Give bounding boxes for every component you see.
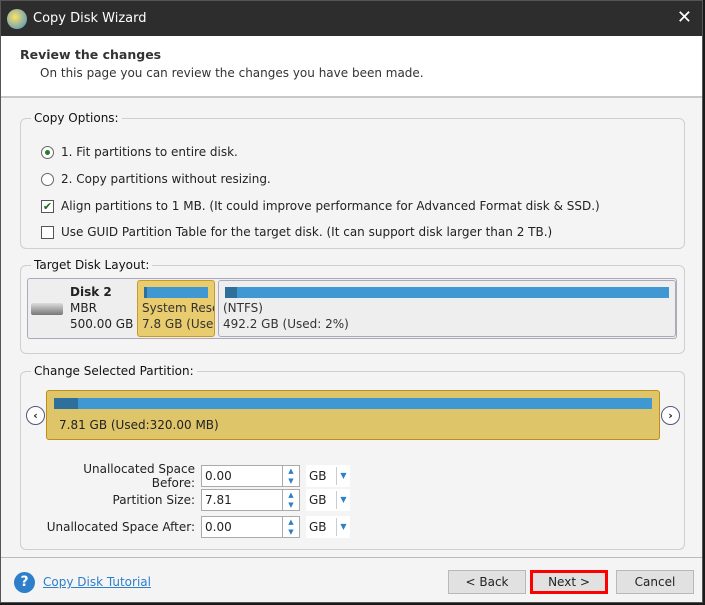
unit-select[interactable]: GB ▼ — [306, 516, 350, 538]
copy-options-legend: Copy Options: — [34, 111, 119, 125]
change-selected-partition-group: Change Selected Partition: ‹ 7.81 GB (Us… — [20, 364, 685, 550]
unallocated-before-input[interactable]: 0.00 — [201, 465, 283, 487]
partition-info: 7.81 GB (Used:320.00 MB) — [59, 418, 219, 432]
unallocated-before-field: Unallocated Space Before: 0.00 ▲ ▼ GB ▼ — [43, 462, 350, 490]
radio-button[interactable] — [41, 145, 54, 159]
chevron-down-icon[interactable]: ▼ — [336, 467, 350, 485]
option-label: 1. Fit partitions to entire disk. — [61, 145, 238, 159]
help-icon[interactable]: ? — [14, 572, 35, 593]
unallocated-after-input[interactable]: 0.00 — [201, 516, 283, 538]
radio-button[interactable] — [41, 172, 54, 186]
wizard-app-icon — [7, 8, 27, 29]
window-title: Copy Disk Wizard — [33, 11, 147, 26]
change-legend: Change Selected Partition: — [34, 364, 194, 378]
partition-name: System Rese — [142, 301, 215, 315]
layout-legend: Target Disk Layout: — [34, 258, 150, 272]
checkbox[interactable]: ✔ — [41, 199, 54, 213]
option-label: Align partitions to 1 MB. (It could impr… — [61, 199, 600, 213]
option-label: Use GUID Partition Table for the target … — [61, 225, 553, 239]
spinner[interactable]: ▲ ▼ — [283, 489, 300, 511]
partition-ntfs[interactable]: (NTFS) 492.2 GB (Used: 2%) — [218, 280, 676, 337]
partition-name: (NTFS) — [223, 301, 263, 315]
copy-options-group: Copy Options: 1. Fit partitions to entir… — [20, 111, 685, 249]
field-label: Unallocated Space After: — [46, 520, 195, 534]
spinner[interactable]: ▲ ▼ — [283, 465, 300, 487]
unit-select[interactable]: GB ▼ — [306, 465, 350, 487]
option-align-1mb[interactable]: ✔ Align partitions to 1 MB. (It could imp… — [41, 199, 600, 213]
next-partition-button[interactable]: › — [661, 406, 680, 425]
close-icon[interactable]: ✕ — [677, 7, 692, 28]
partition-info: 492.2 GB (Used: 2%) — [223, 317, 349, 331]
partition-info: 7.8 GB (Used — [142, 317, 215, 331]
back-button[interactable]: < Back — [448, 570, 526, 594]
page-header: Review the changes On this page you can … — [1, 36, 702, 98]
unit-label: GB — [309, 520, 327, 534]
chevron-down-icon[interactable]: ▼ — [336, 518, 350, 536]
field-label: Unallocated Space Before: — [83, 462, 195, 490]
option-copy-without-resizing[interactable]: 2. Copy partitions without resizing. — [41, 172, 271, 186]
previous-partition-button[interactable]: ‹ — [26, 406, 45, 425]
option-label: 2. Copy partitions without resizing. — [61, 172, 271, 186]
hard-disk-icon — [31, 303, 63, 315]
unit-select[interactable]: GB ▼ — [306, 489, 350, 511]
disk-type: MBR — [70, 301, 97, 315]
disk-name: Disk 2 — [70, 285, 112, 299]
unit-label: GB — [309, 469, 327, 483]
field-label: Partition Size: — [112, 493, 196, 507]
chevron-down-icon[interactable]: ▼ — [336, 491, 350, 509]
target-disk-layout-group: Target Disk Layout: Disk 2 MBR 500.00 GB… — [20, 258, 685, 354]
partition-system-reserved[interactable]: System Rese 7.8 GB (Used — [137, 280, 215, 337]
spinner[interactable]: ▲ ▼ — [283, 516, 300, 538]
selected-partition-bar[interactable]: 7.81 GB (Used:320.00 MB) — [46, 390, 660, 440]
cancel-button[interactable]: Cancel — [616, 570, 694, 594]
footer-divider — [1, 557, 702, 558]
copy-disk-wizard-window: Copy Disk Wizard ✕ Review the changes On… — [0, 0, 703, 603]
next-button[interactable]: Next > — [530, 570, 608, 594]
option-fit-partitions[interactable]: 1. Fit partitions to entire disk. — [41, 145, 238, 159]
page-title: Review the changes — [20, 47, 162, 62]
unit-label: GB — [309, 493, 327, 507]
partition-size-input[interactable]: 7.81 — [201, 489, 283, 511]
disk-size: 500.00 GB — [70, 317, 134, 331]
checkbox[interactable] — [41, 225, 54, 239]
option-use-gpt[interactable]: Use GUID Partition Table for the target … — [41, 225, 552, 239]
page-subtitle: On this page you can review the changes … — [40, 66, 424, 80]
disk-map: Disk 2 MBR 500.00 GB System Rese 7.8 GB … — [27, 278, 677, 339]
copy-disk-tutorial-link[interactable]: Copy Disk Tutorial — [43, 575, 151, 589]
unallocated-after-field: Unallocated Space After: 0.00 ▲ ▼ GB ▼ — [43, 516, 350, 538]
partition-size-field: Partition Size: 7.81 ▲ ▼ GB ▼ — [43, 489, 350, 511]
title-bar: Copy Disk Wizard ✕ — [1, 1, 702, 36]
